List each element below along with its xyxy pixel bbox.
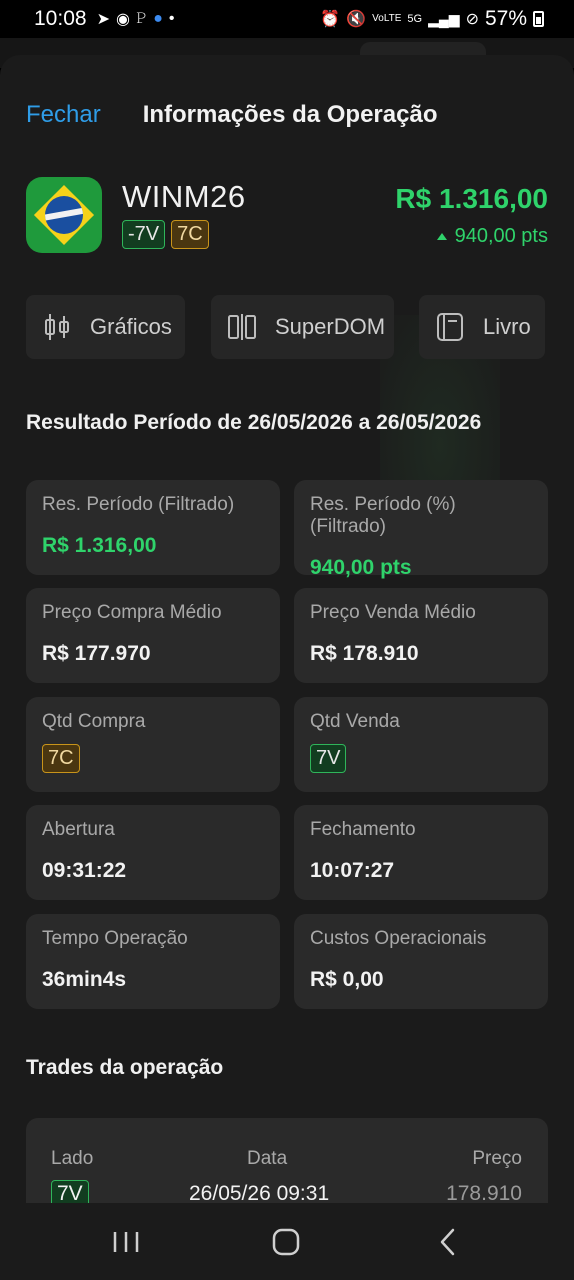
stat-label: Preço Compra Médio bbox=[42, 602, 222, 623]
5g-icon: 5G bbox=[407, 13, 423, 25]
stat-card-abertura: Abertura 09:31:22 bbox=[26, 805, 280, 900]
sell-quantity-badge: 7V bbox=[310, 744, 347, 773]
stat-label: Res. Período (%) (Filtrado) bbox=[310, 494, 456, 537]
recent-apps-icon[interactable] bbox=[106, 1225, 146, 1259]
operation-info-sheet: Fechar Informações da Operação WINM26 -7… bbox=[0, 55, 574, 1203]
stat-card-qtd-compra: Qtd Compra 7C bbox=[26, 697, 280, 792]
system-nav-bar bbox=[0, 1203, 574, 1280]
arrow-up-icon bbox=[436, 233, 447, 240]
battery-percent: 57% bbox=[484, 7, 527, 30]
stat-label: Fechamento bbox=[310, 819, 416, 840]
dot-icon: • bbox=[168, 10, 175, 27]
telegram-icon: ➤ bbox=[96, 11, 110, 28]
result-points: 940,00 pts bbox=[436, 225, 548, 248]
volte-icon: VoLTE bbox=[372, 13, 402, 24]
column-header-lado: Lado bbox=[51, 1148, 94, 1169]
stat-card-fechamento: Fechamento 10:07:27 bbox=[294, 805, 548, 900]
stat-label: Qtd Venda bbox=[310, 711, 400, 732]
result-value: R$ 1.316,00 bbox=[395, 183, 548, 214]
status-bar: 10:08 ➤ ◉ 𝙿 ● • ⏰ 🔇 VoLTE 5G ▂▄▆ ⊘ 57% bbox=[0, 0, 574, 38]
paypal-icon: 𝙿 bbox=[135, 10, 148, 27]
back-icon[interactable] bbox=[428, 1225, 468, 1259]
app-icon: ◉ bbox=[115, 11, 130, 28]
book-button-label: Livro bbox=[483, 314, 531, 339]
page-title: Informações da Operação bbox=[142, 101, 438, 128]
brazil-flag-icon bbox=[26, 177, 102, 253]
asset-summary: WINM26 -7V 7C R$ 1.316,00 940,00 pts bbox=[26, 177, 548, 257]
superdom-icon bbox=[228, 314, 256, 340]
points-value: 940,00 pts bbox=[454, 225, 548, 247]
stat-value: R$ 178.910 bbox=[310, 642, 419, 665]
trade-date: 26/05/26 09:31 bbox=[189, 1182, 330, 1203]
stat-card-preco-venda: Preço Venda Médio R$ 178.910 bbox=[294, 588, 548, 683]
superdom-button[interactable]: SuperDOM bbox=[211, 295, 394, 359]
stat-value: 09:31:22 bbox=[42, 859, 127, 882]
candlestick-chart-icon bbox=[45, 314, 69, 340]
stat-value: 10:07:27 bbox=[310, 859, 395, 882]
alarm-icon: ⏰ bbox=[320, 11, 341, 28]
system-icons: ⏰ 🔇 VoLTE 5G ▂▄▆ ⊘ 57% bbox=[320, 7, 544, 31]
stat-card-qtd-venda: Qtd Venda 7V bbox=[294, 697, 548, 792]
notification-icons: ➤ ◉ 𝙿 ● • bbox=[97, 9, 175, 29]
stat-card-res-periodo-pct: Res. Período (%) (Filtrado) 940,00 pts bbox=[294, 480, 548, 579]
stat-value: R$ 0,00 bbox=[310, 968, 384, 991]
stat-card-custos: Custos Operacionais R$ 0,00 bbox=[294, 914, 548, 1009]
stat-value: 940,00 pts bbox=[310, 556, 412, 579]
stat-card-preco-compra: Preço Compra Médio R$ 177.970 bbox=[26, 588, 280, 683]
stat-value: 36min4s bbox=[42, 968, 127, 991]
buy-badge: 7C bbox=[171, 220, 209, 249]
stat-label: Custos Operacionais bbox=[310, 928, 487, 949]
charts-button[interactable]: Gráficos bbox=[26, 295, 185, 359]
column-header-preco: Preço bbox=[472, 1148, 522, 1169]
no-disturb-icon: ⊘ bbox=[465, 11, 479, 28]
stat-label: Res. Período (Filtrado) bbox=[42, 494, 235, 515]
home-icon[interactable] bbox=[266, 1225, 306, 1259]
stat-label: Abertura bbox=[42, 819, 115, 840]
stat-value: R$ 177.970 bbox=[42, 642, 151, 665]
superdom-button-label: SuperDOM bbox=[275, 314, 386, 339]
book-button[interactable]: Livro bbox=[419, 295, 545, 359]
status-time: 10:08 bbox=[34, 7, 87, 30]
sell-badge: -7V bbox=[122, 220, 166, 249]
trades-table: Lado Data Preço 7V 26/05/26 09:31 178.91… bbox=[26, 1118, 548, 1203]
position-badges: -7V 7C bbox=[122, 220, 209, 249]
asset-symbol: WINM26 bbox=[122, 179, 246, 214]
mute-icon: 🔇 bbox=[346, 11, 367, 28]
stat-label: Qtd Compra bbox=[42, 711, 146, 732]
close-button[interactable]: Fechar bbox=[26, 101, 101, 129]
sheet-header: Fechar Informações da Operação bbox=[26, 99, 548, 131]
stat-value: R$ 1.316,00 bbox=[42, 534, 157, 557]
stat-card-tempo: Tempo Operação 36min4s bbox=[26, 914, 280, 1009]
stat-label: Preço Venda Médio bbox=[310, 602, 476, 623]
app-icon: ● bbox=[153, 10, 163, 27]
stat-card-res-periodo: Res. Período (Filtrado) R$ 1.316,00 bbox=[26, 480, 280, 575]
trade-side-badge: 7V bbox=[51, 1180, 89, 1203]
stat-label: Tempo Operação bbox=[42, 928, 188, 949]
trades-title: Trades da operação bbox=[26, 1056, 224, 1079]
battery-icon bbox=[533, 11, 544, 27]
action-buttons: Gráficos SuperDOM Livro bbox=[26, 295, 548, 359]
trade-price: 178.910 bbox=[446, 1182, 522, 1203]
charts-button-label: Gráficos bbox=[90, 314, 172, 339]
period-title: Resultado Período de 26/05/2026 a 26/05/… bbox=[26, 411, 482, 434]
signal-icon: ▂▄▆ bbox=[428, 10, 460, 27]
book-icon bbox=[437, 313, 463, 341]
buy-quantity-badge: 7C bbox=[42, 744, 80, 773]
column-header-data: Data bbox=[247, 1148, 288, 1169]
